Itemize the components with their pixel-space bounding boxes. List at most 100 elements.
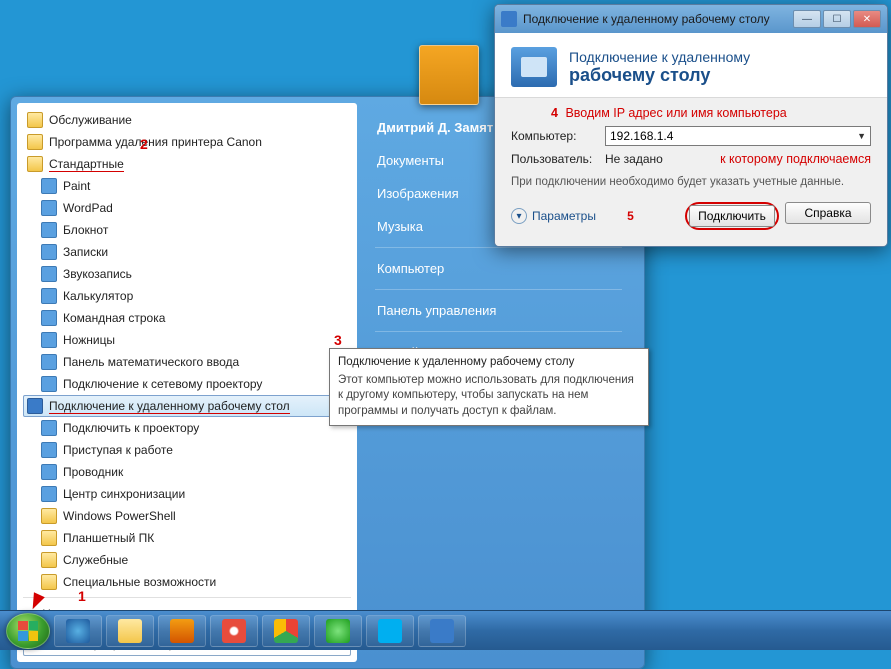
program-label: Подключение к сетевому проектору [63, 377, 262, 391]
rdp-icon [430, 619, 454, 643]
right-menu-item[interactable]: Панель управления [369, 294, 628, 327]
annotation-4: 4 [551, 106, 558, 120]
program-item[interactable]: Калькулятор [23, 285, 351, 307]
maximize-button[interactable]: ☐ [823, 10, 851, 28]
program-item[interactable]: Командная строка [23, 307, 351, 329]
chevron-down-icon[interactable]: ▼ [857, 131, 866, 141]
app-icon [41, 332, 57, 348]
taskbar-chrome[interactable] [262, 615, 310, 647]
wmp-icon [170, 619, 194, 643]
computer-input[interactable] [610, 129, 857, 143]
rdp-banner-icon [511, 47, 557, 87]
program-item[interactable]: Подключение к удаленному рабочему стол [23, 395, 351, 417]
program-item[interactable]: Paint [23, 175, 351, 197]
divider [23, 597, 351, 598]
ie-icon [66, 619, 90, 643]
folder-icon [27, 112, 43, 128]
titlebar[interactable]: Подключение к удаленному рабочему столу … [495, 5, 887, 33]
explorer-icon [118, 619, 142, 643]
app-icon [41, 376, 57, 392]
tooltip-title: Подключение к удаленному рабочему столу [338, 355, 640, 371]
taskbar-skype[interactable] [366, 615, 414, 647]
program-label: Служебные [63, 553, 128, 567]
app-icon [41, 354, 57, 370]
minimize-button[interactable]: — [793, 10, 821, 28]
program-item[interactable]: Приступая к работе [23, 439, 351, 461]
program-item[interactable]: Windows PowerShell [23, 505, 351, 527]
skype-icon [378, 619, 402, 643]
chrome-icon [274, 619, 298, 643]
program-item[interactable]: WordPad [23, 197, 351, 219]
folder-icon [41, 552, 57, 568]
folder-icon [41, 508, 57, 524]
program-label: Проводник [63, 465, 123, 479]
program-label: Стандартные [49, 157, 124, 172]
connect-ring: Подключить [685, 202, 779, 230]
program-item[interactable]: Центр синхронизации [23, 483, 351, 505]
program-item[interactable]: Стандартные [23, 153, 351, 175]
annotation-5: 5 [627, 209, 634, 223]
user-picture[interactable] [419, 45, 479, 105]
taskbar-qip[interactable] [314, 615, 362, 647]
program-item[interactable]: Ножницы [23, 329, 351, 351]
program-item[interactable]: Планшетный ПК [23, 527, 351, 549]
start-menu-left: ОбслуживаниеПрограмма удаления принтера … [17, 103, 357, 662]
rdp-banner: Подключение к удаленному рабочему столу [495, 33, 887, 98]
windows-logo-icon [18, 621, 38, 641]
divider [375, 247, 622, 248]
divider [375, 289, 622, 290]
program-item[interactable]: Обслуживание [23, 109, 351, 131]
app-icon [41, 464, 57, 480]
app-icon [41, 178, 57, 194]
computer-combo[interactable]: ▼ [605, 126, 871, 146]
options-toggle[interactable]: ▾ Параметры [511, 208, 596, 224]
taskbar-ie[interactable] [54, 615, 102, 647]
folder-icon [27, 134, 43, 150]
rdp-dialog: Подключение к удаленному рабочему столу … [494, 4, 888, 247]
close-button[interactable]: ✕ [853, 10, 881, 28]
program-item[interactable]: Блокнот [23, 219, 351, 241]
program-item[interactable]: Проводник [23, 461, 351, 483]
program-item[interactable]: Подключить к проектору [23, 417, 351, 439]
help-button[interactable]: Справка [785, 202, 871, 224]
program-label: Панель математического ввода [63, 355, 239, 369]
program-item[interactable]: Специальные возможности [23, 571, 351, 593]
program-label: Командная строка [63, 311, 165, 325]
program-item[interactable]: Панель математического ввода [23, 351, 351, 373]
app-icon [41, 486, 57, 502]
program-item[interactable]: Служебные [23, 549, 351, 571]
user-value: Не задано [605, 152, 663, 166]
rdp-icon [27, 398, 43, 414]
taskbar-rdp[interactable] [418, 615, 466, 647]
credentials-hint: При подключении необходимо будет указать… [511, 174, 871, 190]
taskbar-opera[interactable] [210, 615, 258, 647]
right-menu-item[interactable]: Компьютер [369, 252, 628, 285]
taskbar-explorer[interactable] [106, 615, 154, 647]
connect-button[interactable]: Подключить [689, 205, 775, 227]
program-item[interactable]: Звукозапись [23, 263, 351, 285]
program-label: Подключение к удаленному рабочему стол [49, 399, 290, 414]
program-label: Звукозапись [63, 267, 132, 281]
program-label: Блокнот [63, 223, 108, 237]
program-label: Ножницы [63, 333, 115, 347]
user-label: Пользователь: [511, 152, 597, 166]
program-label: Специальные возможности [63, 575, 216, 589]
program-label: Подключить к проектору [63, 421, 199, 435]
app-icon [41, 222, 57, 238]
all-programs-list[interactable]: ОбслуживаниеПрограмма удаления принтера … [23, 109, 351, 593]
program-label: Записки [63, 245, 108, 259]
rdp-body: 4 Вводим IP адрес или имя компьютера Ком… [495, 98, 887, 246]
program-label: Приступая к работе [63, 443, 173, 457]
program-label: Paint [63, 179, 90, 193]
app-icon [41, 288, 57, 304]
app-icon [41, 244, 57, 260]
start-button[interactable] [6, 613, 50, 649]
program-item[interactable]: Записки [23, 241, 351, 263]
program-item[interactable]: Подключение к сетевому проектору [23, 373, 351, 395]
taskbar-wmp[interactable] [158, 615, 206, 647]
program-item[interactable]: Программа удаления принтера Canon [23, 131, 351, 153]
computer-label: Компьютер: [511, 129, 597, 143]
tooltip-body: Этот компьютер можно использовать для по… [338, 373, 640, 420]
annotation-4b-text: к которому подключаемся [720, 152, 871, 166]
divider [375, 331, 622, 332]
